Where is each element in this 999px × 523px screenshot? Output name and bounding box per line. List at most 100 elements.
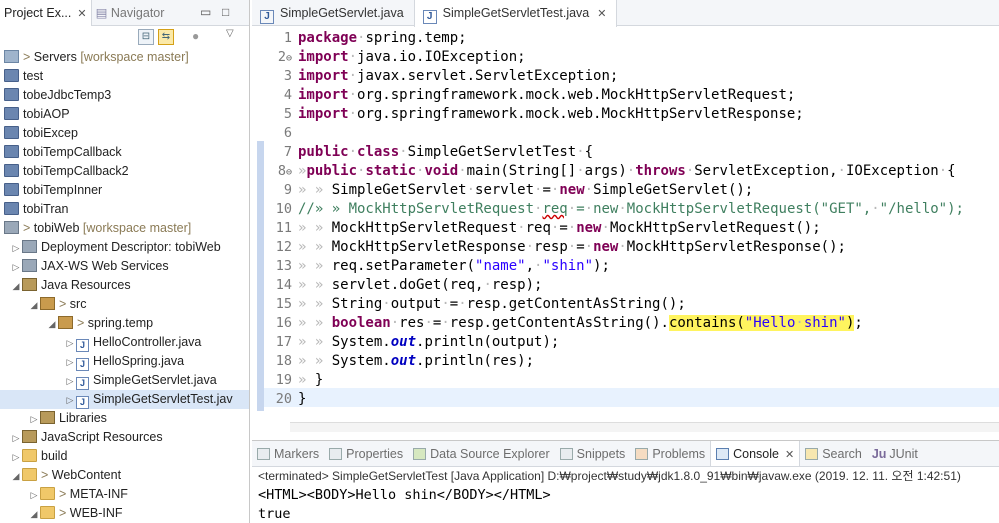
tree-item-tobitempinner[interactable]: tobiTempInner: [0, 181, 249, 200]
tree-item-label: src: [69, 297, 87, 311]
expand-icon[interactable]: ▷: [10, 448, 22, 467]
expand-icon[interactable]: ▷: [28, 486, 40, 505]
tree-item-tobitempcallback[interactable]: tobiTempCallback: [0, 143, 249, 162]
tab-navigator[interactable]: ▤ Navigator: [92, 0, 169, 26]
line-number: 18: [275, 353, 292, 369]
collapse-icon[interactable]: ◢: [46, 315, 58, 334]
java-file-icon: J: [76, 377, 89, 390]
code-line-3: 3 import·javax.servlet.ServletException;: [266, 67, 618, 86]
console-panel: Markers Properties Data Source Explorer Sni…: [252, 440, 999, 523]
minimize-icon[interactable]: ▭: [200, 5, 211, 19]
tab-navigator-label: Navigator: [110, 6, 165, 20]
tree-item-hellospring[interactable]: ▷ J HelloSpring.java: [0, 352, 249, 371]
expand-icon[interactable]: ▷: [64, 353, 76, 372]
line-number: 17: [275, 334, 292, 350]
tree-item-simplegetservlettest[interactable]: ▷ J SimpleGetServletTest.jav: [0, 390, 249, 409]
line-number: 4: [283, 87, 292, 103]
tree-item-src[interactable]: ◢ > src: [0, 295, 249, 314]
tree-item-spring-temp[interactable]: ◢ > spring.temp: [0, 314, 249, 333]
collapse-all-icon[interactable]: ⊟: [138, 29, 154, 45]
tree-item-label: tobiTempInner: [23, 183, 103, 197]
console-output-line: true: [258, 506, 291, 522]
tab-project-explorer[interactable]: Project Ex... ✕: [0, 0, 92, 26]
tab-label: Properties: [346, 447, 404, 461]
collapse-icon[interactable]: ◢: [28, 296, 40, 315]
collapse-icon[interactable]: ◢: [10, 467, 22, 486]
server-folder-icon: [4, 50, 19, 63]
tree-item-web-inf[interactable]: ◢ > WEB-INF: [0, 504, 249, 523]
tab-properties[interactable]: Properties: [324, 441, 408, 466]
code-line-17: 17» » System.out.println(output);: [266, 333, 560, 352]
editor-tabbar: J SimpleGetServlet.java J SimpleGetServletT…: [252, 0, 999, 27]
tree-item-jax-ws[interactable]: ▷ JAX-WS Web Services: [0, 257, 249, 276]
collapse-icon[interactable]: ◢: [28, 505, 40, 523]
code-line-20: 20}: [266, 390, 307, 409]
tree-item-libraries[interactable]: ▷ Libraries: [0, 409, 249, 428]
tab-junit[interactable]: Ju JUnit: [867, 441, 923, 466]
tab-data-source-explorer[interactable]: Data Source Explorer: [408, 441, 555, 466]
tree-item-tobitempcallback2[interactable]: tobiTempCallback2: [0, 162, 249, 181]
expand-icon[interactable]: ▷: [64, 372, 76, 391]
tab-search[interactable]: Search: [800, 441, 867, 466]
tree-item-deployment-descriptor[interactable]: ▷ Deployment Descriptor: tobiWeb: [0, 238, 249, 257]
web-services-icon: [22, 259, 37, 272]
tree-item-simplegetservlet[interactable]: ▷ J SimpleGetServlet.java: [0, 371, 249, 390]
link-with-editor-icon[interactable]: ⇆: [158, 29, 174, 45]
search-icon: [805, 448, 819, 460]
close-icon[interactable]: ✕: [785, 449, 794, 461]
tab-simplegetservlet-java[interactable]: J SimpleGetServlet.java: [252, 0, 414, 26]
code-line-13: 13» » req.setParameter("name",·"shin");: [266, 257, 610, 276]
tree-item-label: tobiExcep: [23, 126, 78, 140]
expand-icon[interactable]: ▷: [28, 410, 40, 429]
close-icon[interactable]: ✕: [597, 8, 606, 20]
line-number: 10: [275, 201, 292, 217]
line-number: 15: [275, 296, 292, 312]
expand-icon[interactable]: ▷: [10, 239, 22, 258]
tab-problems[interactable]: Problems: [630, 441, 710, 466]
horizontal-scrollbar[interactable]: [290, 422, 999, 432]
tree-item-label: tobiTran: [23, 202, 69, 216]
code-line-15: 15» » String·output·=·resp.getContentAsS…: [266, 295, 686, 314]
expand-icon[interactable]: ▷: [10, 258, 22, 277]
tab-label: Console: [733, 447, 779, 461]
code-line-14: 14» » servlet.doGet(req,·resp);: [266, 276, 543, 295]
tree-item-tobejdbctemp3[interactable]: tobeJdbcTemp3: [0, 86, 249, 105]
tree-item-label: tobiWeb: [33, 221, 80, 235]
expand-icon[interactable]: ▷: [64, 334, 76, 353]
code-editor[interactable]: 1 package·spring.temp; 2⊖ import·java.io.I…: [252, 27, 999, 434]
expand-icon[interactable]: ▷: [10, 429, 22, 448]
tree-item-hellocontroller[interactable]: ▷ J HelloController.java: [0, 333, 249, 352]
tree-item-meta-inf[interactable]: ▷ > META-INF: [0, 485, 249, 504]
tree-item-tobiexcep[interactable]: tobiExcep: [0, 124, 249, 143]
project-icon: [4, 164, 19, 177]
tree-item-tobiweb[interactable]: > tobiWeb [workspace master]: [0, 219, 249, 238]
tab-label: Data Source Explorer: [430, 447, 550, 461]
tree-item-tobiaop[interactable]: tobiAOP: [0, 105, 249, 124]
tree-item-build[interactable]: ▷ build: [0, 447, 249, 466]
collapse-icon[interactable]: ◢: [10, 277, 22, 296]
tree-item-tobitran[interactable]: tobiTran: [0, 200, 249, 219]
tab-simplegetservlettest-java[interactable]: J SimpleGetServletTest.java ✕: [413, 0, 618, 27]
current-line-highlight: [252, 388, 999, 407]
code-line-4: 4 import·org.springframework.mock.web.Moc…: [266, 86, 795, 105]
view-menu-icon[interactable]: ▽: [226, 28, 234, 39]
folder-icon: [22, 468, 37, 481]
deployment-descriptor-icon: [22, 240, 37, 253]
code-line-7: 7 public·class·SimpleGetServletTest·{: [266, 143, 593, 162]
tab-markers[interactable]: Markers: [252, 441, 324, 466]
line-number: 2⊖: [277, 49, 292, 65]
project-explorer-tabbar: Project Ex... ✕ ▤ Navigator ▭ □: [0, 0, 249, 26]
tree-item-javascript-resources[interactable]: ▷ JavaScript Resources: [0, 428, 249, 447]
tree-item-java-resources[interactable]: ◢ Java Resources: [0, 276, 249, 295]
tree-item-servers[interactable]: > Servers [workspace master]: [0, 48, 249, 67]
focus-icon[interactable]: ●: [192, 29, 199, 43]
tree-item-test[interactable]: test: [0, 67, 249, 86]
maximize-icon[interactable]: □: [222, 5, 229, 19]
close-icon[interactable]: ✕: [77, 8, 86, 20]
expand-icon[interactable]: ▷: [64, 391, 76, 410]
project-explorer-toolbar: ⊟ ⇆ ● ▽: [0, 26, 249, 48]
tree-item-webcontent[interactable]: ◢ > WebContent: [0, 466, 249, 485]
tab-snippets[interactable]: Snippets: [555, 441, 631, 466]
tab-console[interactable]: Console ✕: [710, 441, 801, 466]
code-line-6: 6: [266, 124, 298, 143]
